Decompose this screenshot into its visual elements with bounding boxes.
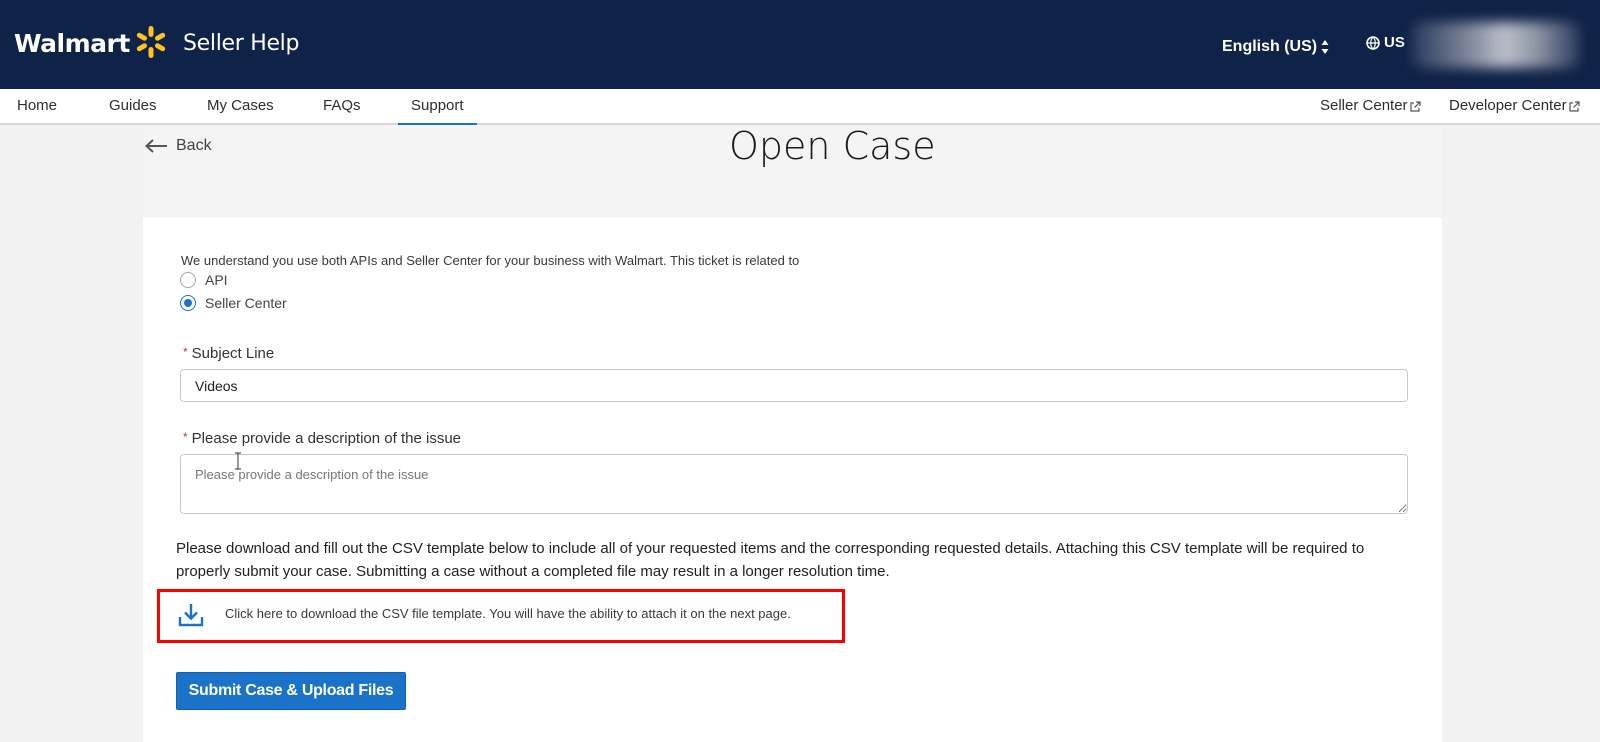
required-marker: * xyxy=(183,345,188,359)
sort-arrows-icon[interactable] xyxy=(1320,37,1330,57)
text-cursor-icon xyxy=(235,452,241,470)
required-marker: * xyxy=(183,430,188,444)
brand-name: Walmart xyxy=(14,28,130,58)
region-label: US xyxy=(1384,34,1405,51)
back-label: Back xyxy=(176,137,212,154)
radio-button[interactable] xyxy=(180,272,196,288)
download-csv-link[interactable]: Click here to download the CSV file temp… xyxy=(225,606,791,621)
description-textarea[interactable] xyxy=(180,454,1408,514)
external-link-icon xyxy=(1568,101,1580,112)
nav-seller-center[interactable]: Seller Center xyxy=(1320,97,1421,114)
top-header: Walmart Seller Help English (US) US xyxy=(0,0,1600,89)
nav-home[interactable]: Home xyxy=(17,97,57,114)
radio-label: Seller Center xyxy=(205,295,287,311)
download-icon[interactable] xyxy=(177,601,205,629)
back-link[interactable]: Back xyxy=(144,137,212,155)
region-selector[interactable]: US xyxy=(1366,34,1405,51)
radio-seller-center[interactable]: Seller Center xyxy=(180,295,287,311)
developer-center-label: Developer Center xyxy=(1449,97,1567,114)
globe-icon xyxy=(1366,35,1380,50)
seller-center-label: Seller Center xyxy=(1320,97,1408,114)
ticket-type-prompt: We understand you use both APIs and Sell… xyxy=(181,253,800,268)
radio-api[interactable]: API xyxy=(180,272,228,288)
subject-label: * Subject Line xyxy=(183,345,274,362)
walmart-logo[interactable]: Walmart xyxy=(14,26,169,60)
nav-guides[interactable]: Guides xyxy=(109,97,157,114)
nav-support[interactable]: Support xyxy=(398,97,476,126)
submit-case-button[interactable]: Submit Case & Upload Files xyxy=(176,672,406,710)
description-label: * Please provide a description of the iss… xyxy=(183,430,461,447)
language-selector[interactable]: English (US) xyxy=(1222,38,1317,56)
walmart-spark-icon xyxy=(136,26,166,58)
page-title: Open Case xyxy=(729,124,936,168)
external-link-icon xyxy=(1409,101,1421,112)
arrow-left-icon xyxy=(145,139,167,153)
nav-my-cases[interactable]: My Cases xyxy=(207,97,274,114)
main-nav: Home Guides My Cases FAQs Support Seller… xyxy=(0,89,1600,126)
radio-label: API xyxy=(205,272,228,288)
nav-developer-center[interactable]: Developer Center xyxy=(1449,97,1580,114)
subject-input[interactable] xyxy=(180,369,1408,402)
account-menu-blurred[interactable] xyxy=(1412,22,1580,68)
nav-faqs[interactable]: FAQs xyxy=(323,97,361,114)
radio-button-checked[interactable] xyxy=(180,295,196,311)
subject-label-text: Subject Line xyxy=(191,345,275,362)
csv-instructions: Please download and fill out the CSV tem… xyxy=(176,540,1365,580)
description-label-text: Please provide a description of the issu… xyxy=(191,430,461,447)
product-title: Seller Help xyxy=(183,31,300,56)
